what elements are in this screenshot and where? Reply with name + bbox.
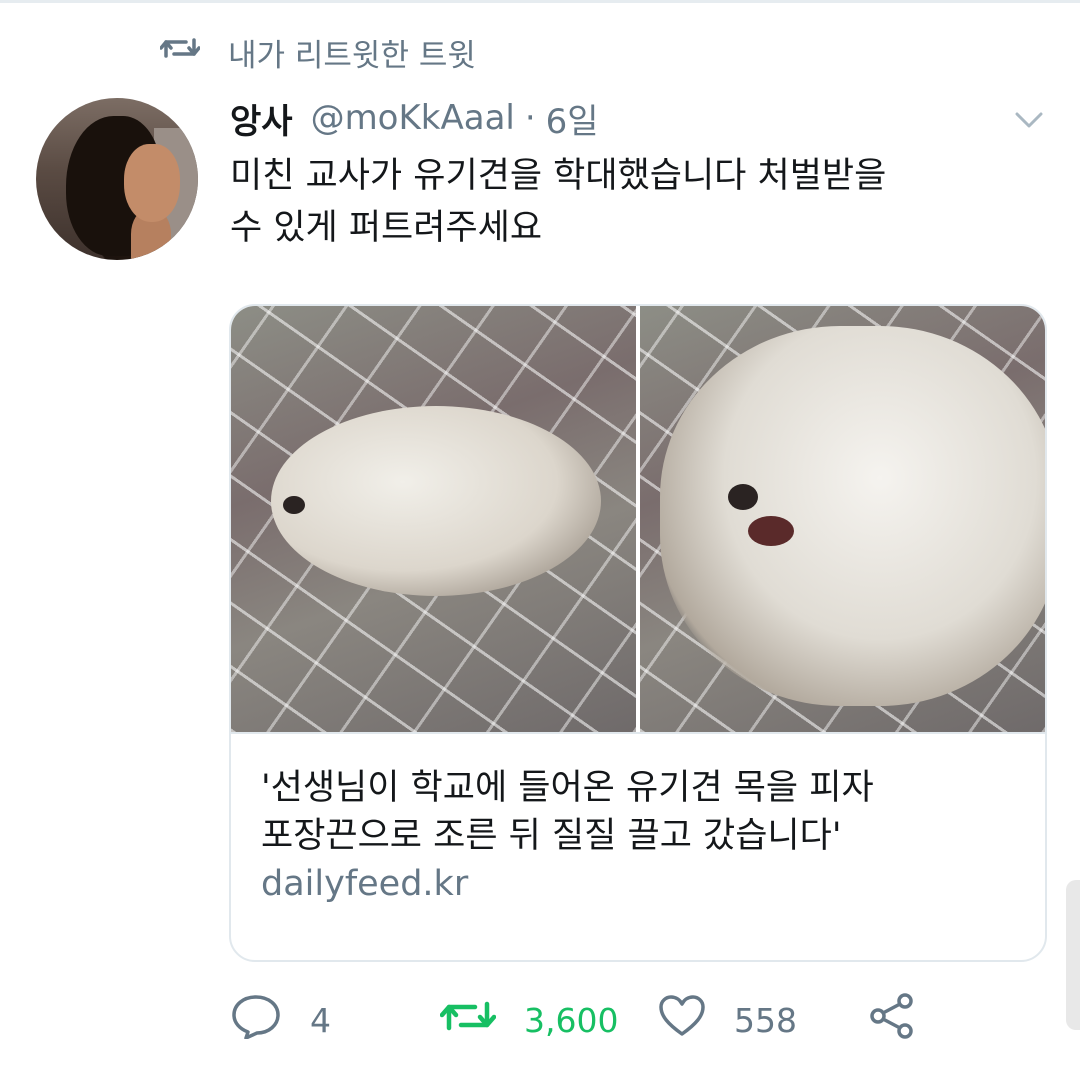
- retweet-button[interactable]: 3,600: [439, 995, 619, 1045]
- author-name[interactable]: 앙사: [230, 94, 293, 143]
- author-handle[interactable]: @moKkAaal: [311, 98, 515, 138]
- separator-dot: ·: [524, 98, 536, 138]
- like-count: 558: [734, 1000, 797, 1040]
- like-button[interactable]: 558: [658, 995, 797, 1045]
- card-title-line: 포장끈으로 조른 뒤 질질 끌고 갔습니다': [261, 816, 842, 856]
- avatar[interactable]: [36, 98, 198, 260]
- action-bar: 4 3,600 558: [230, 993, 930, 1045]
- scroll-handle[interactable]: [1066, 880, 1080, 1030]
- share-button[interactable]: [868, 992, 944, 1048]
- share-icon: [868, 992, 944, 1048]
- card-image-left: [231, 306, 636, 732]
- like-icon: [658, 994, 734, 1046]
- tweet-text: 미친 교사가 유기견을 학대했습니다 처벌받을 수 있게 퍼트려주세요: [230, 150, 1060, 254]
- tweet-header: 앙사 @moKkAaal · 6일: [230, 94, 599, 142]
- top-divider: [0, 0, 1080, 3]
- retweet-icon: [439, 996, 524, 1044]
- card-domain: dailyfeed.kr: [261, 864, 469, 904]
- reply-button[interactable]: 4: [230, 995, 331, 1045]
- card-image-right: [640, 306, 1045, 732]
- card-title: '선생님이 학교에 들어온 유기견 목을 피자 포장끈으로 조른 뒤 질질 끌고…: [261, 764, 1021, 860]
- tweet-text-line: 미친 교사가 유기견을 학대했습니다 처벌받을: [230, 156, 887, 196]
- chevron-down-icon[interactable]: [1014, 110, 1044, 130]
- tweet-time[interactable]: 6일: [546, 94, 599, 143]
- retweet-icon: [159, 34, 228, 70]
- reply-count: 4: [310, 1000, 331, 1040]
- card-body: '선생님이 학교에 들어온 유기견 목을 피자 포장끈으로 조른 뒤 질질 끌고…: [231, 732, 1045, 960]
- retweet-context[interactable]: 내가 리트윗한 트윗: [159, 30, 476, 74]
- retweet-context-label: 내가 리트윗한 트윗: [228, 37, 476, 74]
- reply-icon: [230, 993, 310, 1047]
- card-title-line: '선생님이 학교에 들어온 유기견 목을 피자: [261, 768, 874, 808]
- retweet-count: 3,600: [524, 1000, 619, 1040]
- link-card[interactable]: '선생님이 학교에 들어온 유기견 목을 피자 포장끈으로 조른 뒤 질질 끌고…: [229, 304, 1047, 962]
- tweet-text-line: 수 있게 퍼트려주세요: [230, 208, 543, 248]
